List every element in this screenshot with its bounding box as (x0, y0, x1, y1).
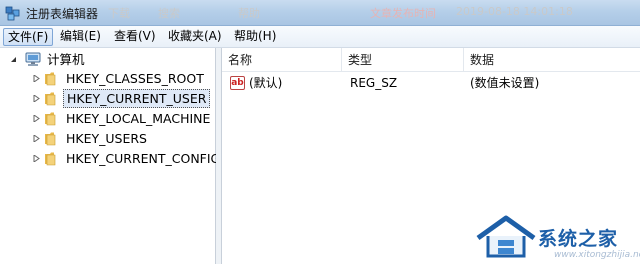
watermark-logo: 系统之家 www.xitongzhijia.net (468, 206, 640, 264)
folder-icon (45, 112, 56, 126)
tree-root-label: 计算机 (47, 52, 85, 67)
watermark-url: www.xitongzhijia.net (554, 250, 640, 260)
tree-item-label: HKEY_CLASSES_ROOT (66, 71, 204, 86)
value-name: (默认) (249, 76, 283, 90)
expand-arrow-icon[interactable] (33, 75, 40, 82)
column-header-name[interactable]: 名称 (222, 48, 342, 72)
tree-item-hkey-local-machine[interactable]: HKEY_LOCAL_MACHINE (0, 109, 216, 128)
menu-help[interactable]: 帮助(H) (230, 28, 280, 46)
expand-arrow-icon[interactable] (33, 115, 40, 122)
tree-item-label: HKEY_USERS (66, 131, 147, 146)
menu-view[interactable]: 查看(V) (110, 28, 160, 46)
expand-arrow-icon[interactable] (33, 155, 40, 162)
expand-arrow-icon[interactable] (33, 135, 40, 142)
folder-icon (45, 72, 56, 86)
tree-item-label: HKEY_LOCAL_MACHINE (66, 111, 211, 126)
regedit-icon (5, 6, 20, 21)
collapse-arrow-icon[interactable] (10, 56, 17, 63)
folder-icon (45, 132, 56, 146)
expand-arrow-icon[interactable] (33, 95, 40, 102)
title-bar: 注册表编辑器 下载 搜索 帮助 文章发布时间 2019-08-18 14:01:… (0, 0, 640, 26)
watermark-text: 系统之家 (538, 228, 619, 250)
list-header: 名称 类型 数据 (222, 48, 640, 72)
tree-item-hkey-classes-root[interactable]: HKEY_CLASSES_ROOT (0, 69, 216, 88)
folder-icon (45, 152, 56, 166)
background-ghost-text: 帮助 (238, 7, 260, 20)
folder-icon (45, 92, 56, 106)
background-ghost-text: 搜索 (158, 7, 180, 20)
menu-bar: 文件(F) 编辑(E) 查看(V) 收藏夹(A) 帮助(H) (0, 26, 640, 48)
tree-item-hkey-current-config[interactable]: HKEY_CURRENT_CONFIG (0, 149, 220, 168)
tree-item-label: HKEY_CURRENT_USER (63, 89, 211, 108)
tree-item-label: HKEY_CURRENT_CONFIG (66, 151, 221, 166)
value-type: REG_SZ (350, 76, 398, 90)
ab-string-icon: ab (230, 76, 245, 90)
tree-item-hkey-current-user[interactable]: HKEY_CURRENT_USER (0, 89, 216, 108)
menu-favorites[interactable]: 收藏夹(A) (164, 28, 226, 46)
value-data: (数值未设置) (470, 76, 540, 90)
background-ghost-text: 文章发布时间 (370, 7, 436, 20)
column-header-data[interactable]: 数据 (464, 48, 640, 72)
window-title: 注册表编辑器 (26, 7, 99, 21)
menu-edit[interactable]: 编辑(E) (56, 28, 105, 46)
column-header-type[interactable]: 类型 (342, 48, 464, 72)
house-logo-icon (476, 215, 536, 258)
background-ghost-text: 下载 (108, 7, 130, 20)
menu-file[interactable]: 文件(F) (3, 28, 54, 46)
list-item[interactable]: ab (默认) REG_SZ (数值未设置) (222, 72, 640, 94)
tree-item-hkey-users[interactable]: HKEY_USERS (0, 129, 216, 148)
computer-icon (25, 52, 41, 66)
registry-tree: 计算机 HKEY_CLASSES_ROOT HKEY_CURRENT_USER … (0, 48, 220, 264)
tree-root-computer[interactable]: 计算机 (0, 50, 216, 69)
background-ghost-text: 2019-08-18 14:01:18 (456, 5, 573, 18)
